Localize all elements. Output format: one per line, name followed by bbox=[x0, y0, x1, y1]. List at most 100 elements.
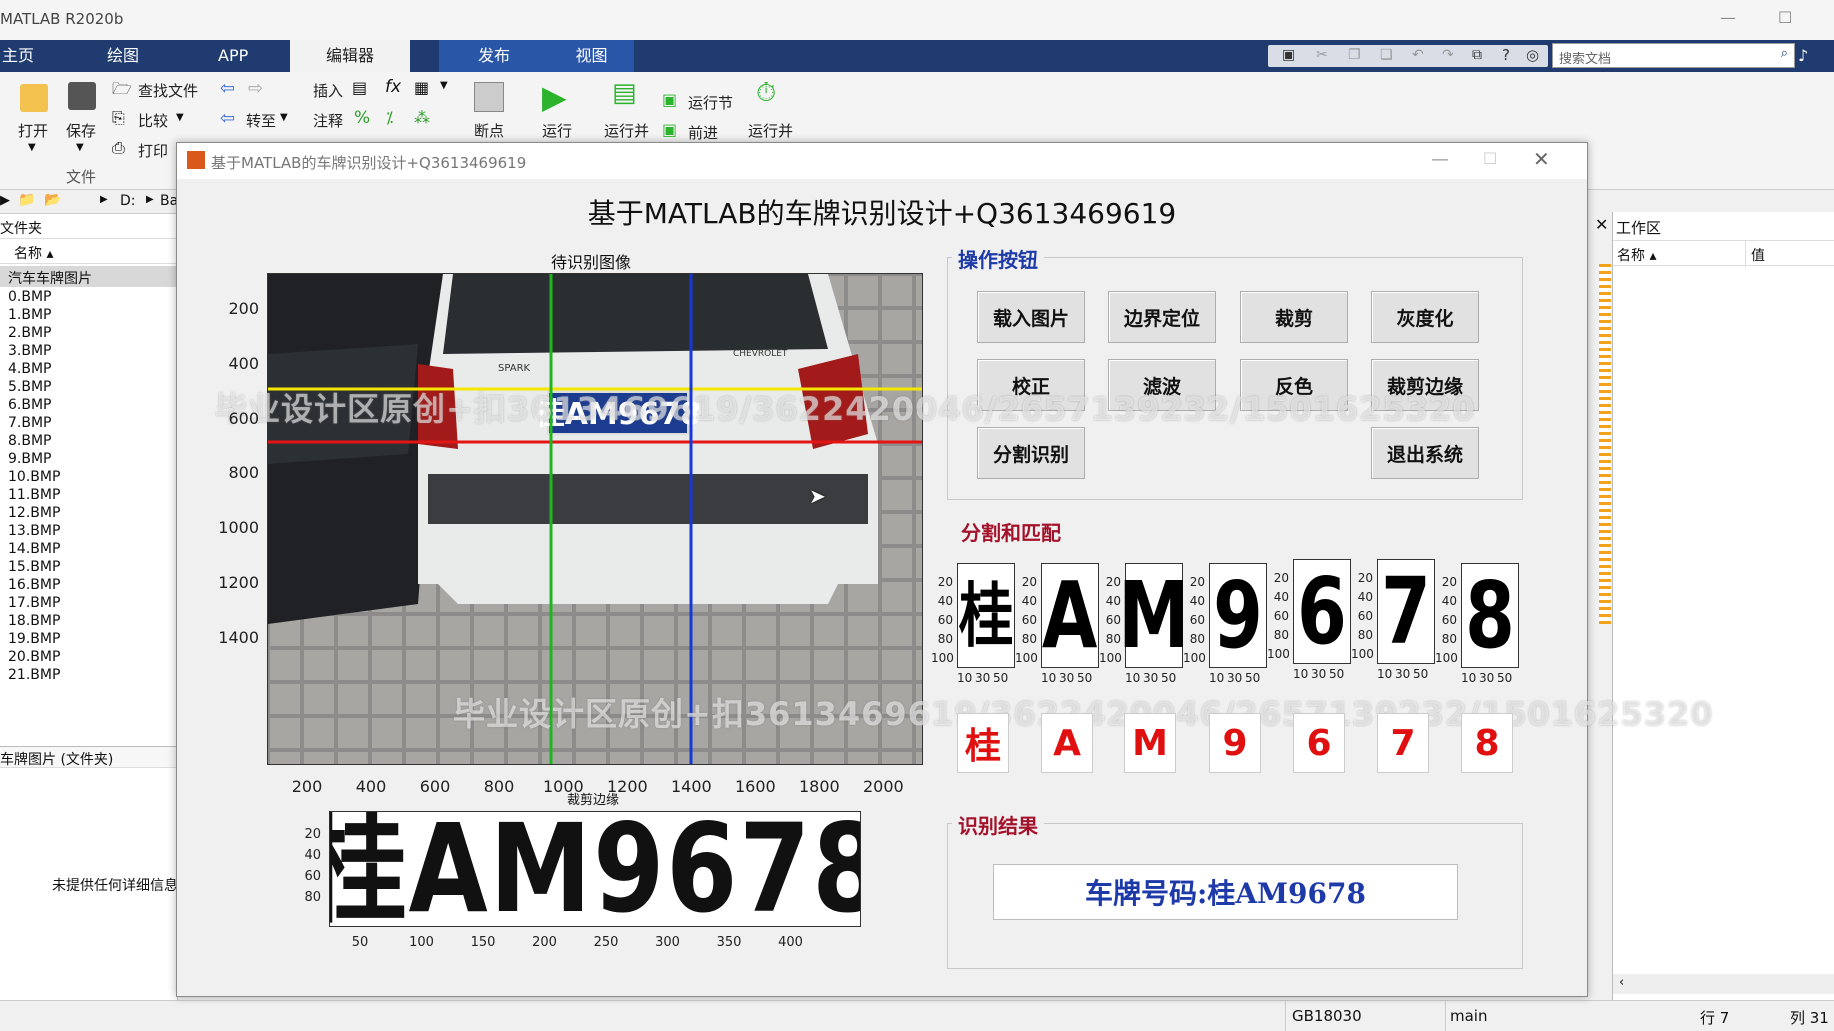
run-button[interactable]: 运行 bbox=[542, 120, 572, 141]
list-item-file[interactable]: 12.BMP bbox=[8, 505, 60, 521]
tab-plots[interactable]: 绘图 bbox=[93, 40, 153, 72]
copy-icon[interactable]: ❐ bbox=[1348, 47, 1361, 63]
address-drive[interactable]: D: bbox=[120, 193, 136, 209]
list-item-file[interactable]: 14.BMP bbox=[8, 541, 60, 557]
locate-boundary-button[interactable]: 边界定位 bbox=[1108, 291, 1216, 343]
list-item-file[interactable]: 8.BMP bbox=[8, 433, 51, 449]
column-name-header[interactable]: 名称 ▴ bbox=[14, 243, 53, 263]
browse-folder-icon[interactable]: 📂 bbox=[44, 192, 61, 208]
notification-bell-icon[interactable]: ♪ bbox=[1798, 46, 1808, 65]
insert-button[interactable]: 插入 bbox=[313, 80, 343, 101]
address-back-icon[interactable]: ▶ bbox=[0, 193, 10, 208]
gui-close-icon[interactable]: ✕ bbox=[1533, 147, 1550, 171]
insert-dropdown-icon[interactable]: ▼ bbox=[440, 80, 448, 91]
goto-dropdown-icon[interactable]: ▼ bbox=[280, 112, 288, 123]
tab-editor[interactable]: 编辑器 bbox=[290, 40, 410, 72]
breakpoint-icon[interactable] bbox=[474, 82, 504, 112]
list-item-file[interactable]: 17.BMP bbox=[8, 595, 60, 611]
list-item-file[interactable]: 20.BMP bbox=[8, 649, 60, 665]
list-item-file[interactable]: 0.BMP bbox=[8, 289, 51, 305]
grayscale-button[interactable]: 灰度化 bbox=[1371, 291, 1479, 343]
list-item-file[interactable]: 11.BMP bbox=[8, 487, 60, 503]
list-item-file[interactable]: 19.BMP bbox=[8, 631, 60, 647]
open-button[interactable]: 打开 bbox=[18, 120, 48, 141]
list-item-file[interactable]: 13.BMP bbox=[8, 523, 60, 539]
load-image-button[interactable]: 载入图片 bbox=[977, 291, 1085, 343]
save-icon[interactable]: ▣ bbox=[1282, 47, 1295, 63]
community-icon[interactable]: ◎ bbox=[1526, 46, 1539, 64]
redo-icon[interactable]: ↷ bbox=[1442, 47, 1454, 63]
print-button[interactable]: 打印 bbox=[138, 140, 168, 161]
fx-icon[interactable]: fx bbox=[385, 77, 401, 97]
list-item-file[interactable]: 16.BMP bbox=[8, 577, 60, 593]
paste-icon[interactable]: ❏ bbox=[1380, 47, 1393, 63]
search-icon[interactable]: ⌕ bbox=[1781, 46, 1788, 61]
minimize-icon[interactable]: — bbox=[1720, 8, 1736, 27]
open-dropdown-icon[interactable]: ▼ bbox=[28, 142, 36, 153]
workspace-hscrollbar[interactable]: ‹ bbox=[1613, 974, 1834, 994]
run-and-advance-button[interactable]: 运行并 bbox=[604, 120, 649, 141]
compare-button[interactable]: 比较 bbox=[138, 110, 168, 131]
comment-percent-icon[interactable]: % bbox=[354, 108, 370, 128]
tab-view[interactable]: 视图 bbox=[549, 40, 634, 72]
address-bar[interactable]: ▶ 📁 📂 ▶ D: ▶ Ba bbox=[0, 190, 178, 214]
help-icon[interactable]: ? bbox=[1502, 46, 1510, 64]
forward-arrow-icon[interactable]: ⇨ bbox=[248, 78, 263, 99]
advance-icon[interactable]: ▣ bbox=[662, 120, 677, 139]
run-icon[interactable]: ▶ bbox=[542, 78, 567, 116]
run-section-button[interactable]: 运行节 bbox=[688, 92, 733, 113]
list-item-file[interactable]: 15.BMP bbox=[8, 559, 60, 575]
uncomment-icon[interactable]: ⁒ bbox=[386, 108, 393, 127]
advance-button[interactable]: 前进 bbox=[688, 122, 718, 143]
list-item-file[interactable]: 21.BMP bbox=[8, 667, 60, 683]
plate-axes[interactable]: 桂AM9678 bbox=[329, 811, 861, 927]
back-arrow-icon[interactable]: ⇦ bbox=[220, 78, 235, 99]
save-button[interactable]: 保存 bbox=[66, 120, 96, 141]
switch-windows-icon[interactable]: ⧉ bbox=[1472, 47, 1482, 63]
list-item-file[interactable]: 18.BMP bbox=[8, 613, 60, 629]
close-panel-icon[interactable]: ✕ bbox=[1595, 215, 1608, 234]
list-item-file[interactable]: 2.BMP bbox=[8, 325, 51, 341]
find-files-button[interactable]: 查找文件 bbox=[138, 80, 198, 101]
crop-button[interactable]: 裁剪 bbox=[1240, 291, 1348, 343]
run-advance-icon[interactable]: ▤ bbox=[612, 78, 637, 108]
run-section-icon[interactable]: ▣ bbox=[662, 90, 677, 109]
file-list-header[interactable]: 名称 ▴ bbox=[0, 238, 178, 264]
tab-apps[interactable]: APP bbox=[204, 40, 262, 72]
save-dropdown-icon[interactable]: ▼ bbox=[76, 142, 84, 153]
gui-maximize-icon[interactable]: ☐ bbox=[1483, 149, 1497, 168]
list-item-file[interactable]: 5.BMP bbox=[8, 379, 51, 395]
goto-button[interactable]: 转至 bbox=[246, 110, 276, 131]
breakpoints-button[interactable]: 断点 bbox=[474, 120, 504, 141]
tab-home[interactable]: 主页 bbox=[0, 40, 48, 72]
gui-minimize-icon[interactable]: — bbox=[1431, 149, 1449, 170]
list-item-file[interactable]: 3.BMP bbox=[8, 343, 51, 359]
open-folder-icon[interactable] bbox=[20, 84, 48, 112]
save-file-icon[interactable] bbox=[68, 82, 96, 110]
insert-table-icon[interactable]: ▦ bbox=[414, 78, 429, 97]
segment-recognize-button[interactable]: 分割识别 bbox=[977, 427, 1085, 479]
list-item-file[interactable]: 4.BMP bbox=[8, 361, 51, 377]
list-item-file[interactable]: 7.BMP bbox=[8, 415, 51, 431]
list-item-file[interactable]: 1.BMP bbox=[8, 307, 51, 323]
scroll-left-icon[interactable]: ‹ bbox=[1619, 975, 1624, 990]
list-item-file[interactable]: 6.BMP bbox=[8, 397, 51, 413]
exit-system-button[interactable]: 退出系统 bbox=[1371, 427, 1479, 479]
compare-dropdown-icon[interactable]: ▼ bbox=[176, 112, 184, 123]
run-and-time-icon[interactable]: ⏱ bbox=[756, 78, 776, 109]
run-and-time-button[interactable]: 运行并 bbox=[748, 120, 793, 141]
folder-up-icon[interactable]: 📁 bbox=[18, 192, 35, 208]
search-documentation-input[interactable]: 搜索文档 ⌕ bbox=[1552, 43, 1795, 68]
cut-icon[interactable]: ✂ bbox=[1316, 47, 1328, 63]
workspace-col-name[interactable]: 名称 ▴ bbox=[1617, 245, 1656, 265]
list-item-file[interactable]: 10.BMP bbox=[8, 469, 60, 485]
workspace-col-value[interactable]: 值 bbox=[1751, 245, 1765, 265]
comment-button[interactable]: 注释 bbox=[313, 110, 343, 131]
tab-publish[interactable]: 发布 bbox=[439, 40, 549, 72]
list-item-file[interactable]: 9.BMP bbox=[8, 451, 51, 467]
wrap-comments-icon[interactable]: ⁂ bbox=[414, 108, 430, 127]
maximize-icon[interactable]: ☐ bbox=[1778, 8, 1792, 27]
list-item-folder[interactable]: 汽车车牌图片 bbox=[0, 266, 178, 287]
insert-section-icon[interactable]: ▤ bbox=[352, 78, 367, 97]
undo-icon[interactable]: ↶ bbox=[1412, 47, 1424, 63]
